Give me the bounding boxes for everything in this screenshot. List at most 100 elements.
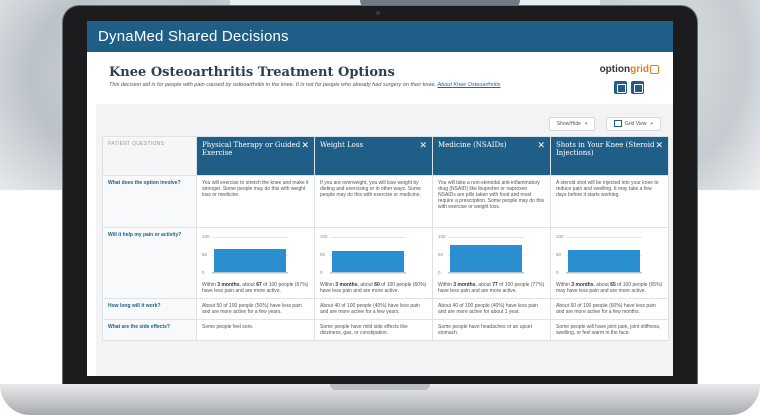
row-question: Will it help my pain or activity? [102,227,197,299]
brand-box-icon [650,64,659,74]
laptop-notch [330,384,430,390]
table-cell: 100 50 0 Within 3 months, about 67 of 100 p… [196,227,315,299]
chart-gridline [448,273,524,274]
table-cell: Some people will have joint pain, joint … [550,319,669,341]
table-cell: 100 50 0 Within 3 months, about 77 of 100 p… [432,227,551,299]
chart-bar [332,251,404,273]
table-cell: Some people have headaches or an upset s… [432,319,551,341]
chart-tick-label: 100 [438,234,446,239]
chart-caption: Within 3 months, about 65 of 100 people … [556,282,663,294]
camera-icon [376,11,380,15]
chart-bar [568,249,640,273]
grid-view-label: Grid View [624,121,647,127]
brand-prefix: option [599,64,631,75]
column-title: Medicine (NSAIDs) [438,141,507,149]
chevron-down-icon: ▾ [650,121,653,127]
grid-icon [613,120,622,128]
table-cell: A steroid shot will be injected into you… [550,175,669,228]
mini-bar-chart: 100 50 0 [556,232,642,278]
column-title: Physical Therapy or Guided Exercise [202,141,301,157]
chart-tick-label: 100 [202,234,210,239]
app-title: DynaMed Shared Decisions [98,28,289,45]
table-cell: If you are overweight, you will lose wei… [314,175,433,228]
close-icon[interactable]: ✕ [419,140,427,151]
close-icon[interactable]: ✕ [537,140,545,151]
chart-baseline [212,272,288,273]
download-button[interactable] [631,81,644,94]
chart-baseline [566,272,642,273]
question-header: PATIENT QUESTIONS [102,136,197,176]
chart-gridline [566,237,642,238]
row-question: What does the option involve? [102,175,197,228]
table-row: Will it help my pain or activity? 100 50 0… [102,227,669,299]
chart-baseline [448,272,524,273]
column-title: Weight Loss [320,141,364,149]
table-area: Show/Hide ▾ Grid View ▾ PATIENT QUESTIONS … [96,104,673,376]
chart-tick-label: 50 [320,252,326,257]
table-cell: About 40 of 100 people (40%) have less p… [314,298,433,320]
table-cell: You will exercise to stretch the knee an… [196,175,315,228]
table-cell: About 40 of 100 people (40%) have less p… [432,298,551,320]
column-header: Weight Loss ✕ [314,136,433,176]
chart-tick-label: 0 [438,270,441,275]
view-controls: Show/Hide ▾ Grid View ▾ [543,112,661,131]
column-header: Shots in Your Knee (Steroid Injections) ✕ [550,136,669,176]
mini-bar-chart: 100 50 0 [320,232,406,278]
chart-gridline [566,273,642,274]
chart-tick-label: 0 [202,270,205,275]
page-title: Knee Osteoarthritis Treatment Options [109,65,395,80]
chart-tick-label: 0 [320,270,323,275]
chart-caption: Within 3 months, about 60 of 100 people … [320,282,427,294]
chart-gridline [448,237,524,238]
column-header: Physical Therapy or Guided Exercise ✕ [196,136,315,176]
show-hide-label: Show/Hide [556,121,581,127]
row-question: How long will it work? [102,298,197,320]
table-cell: 100 50 0 Within 3 months, about 60 of 100 p… [314,227,433,299]
table-cell: About 50 of 100 people (50%) have less p… [196,298,315,320]
table-row: What are the side effects? Some people f… [102,319,669,341]
column-header: Medicine (NSAIDs) ✕ [432,136,551,176]
table-cell: Some people feel sore. [196,319,315,341]
chart-gridline [212,237,288,238]
print-button[interactable] [614,81,627,94]
chart-bar [214,248,286,273]
chart-tick-label: 50 [202,252,208,257]
chart-gridline [330,237,406,238]
table-cell: Some people have mild side effects like … [314,319,433,341]
app-header: DynaMed Shared Decisions [87,21,673,52]
table-cell: 100 50 0 Within 3 months, about 65 of 100 p… [550,227,669,299]
row-question: What are the side effects? [102,319,197,341]
page: Knee Osteoarthritis Treatment Options Th… [87,52,673,376]
page-subtitle: This decision aid is for people with pai… [109,82,500,88]
chart-tick-label: 100 [556,234,564,239]
chart-bar [450,245,522,273]
chart-caption: Within 3 months, about 77 of 100 people … [438,282,545,294]
optiongrid-logo: optiongrid [600,64,659,75]
chart-gridline [330,273,406,274]
chart-tick-label: 50 [438,252,444,257]
close-icon[interactable]: ✕ [655,140,663,151]
chart-tick-label: 50 [556,252,562,257]
chart-tick-label: 0 [556,270,559,275]
chart-gridline [212,273,288,274]
mini-bar-chart: 100 50 0 [202,232,288,278]
brand-suffix: grid [630,64,649,75]
chart-caption: Within 3 months, about 67 of 100 people … [202,282,309,294]
table-row: How long will it work? About 50 of 100 p… [102,298,669,320]
table-row: What does the option involve? You will e… [102,175,669,228]
mini-bar-chart: 100 50 0 [438,232,524,278]
grid-view-dropdown[interactable]: Grid View ▾ [605,117,661,131]
options-grid: PATIENT QUESTIONS Physical Therapy or Gu… [102,136,669,341]
close-icon[interactable]: ✕ [301,140,309,151]
show-hide-dropdown[interactable]: Show/Hide ▾ [548,117,596,131]
about-link[interactable]: About Knee Osteoarthritis [437,82,500,88]
table-cell: You will take a non-steroidal anti-infla… [432,175,551,228]
page-subtitle-text: This decision aid is for people with pai… [109,82,437,88]
header-row: PATIENT QUESTIONS Physical Therapy or Gu… [102,136,669,176]
chart-tick-label: 100 [320,234,328,239]
table-cell: About 60 of 100 people (60%) have less p… [550,298,669,320]
column-title: Shots in Your Knee (Steroid Injections) [556,141,655,157]
chart-baseline [330,272,406,273]
chevron-down-icon: ▾ [584,121,588,127]
laptop-screen: DynaMed Shared Decisions Knee Osteoarthr… [87,21,673,376]
